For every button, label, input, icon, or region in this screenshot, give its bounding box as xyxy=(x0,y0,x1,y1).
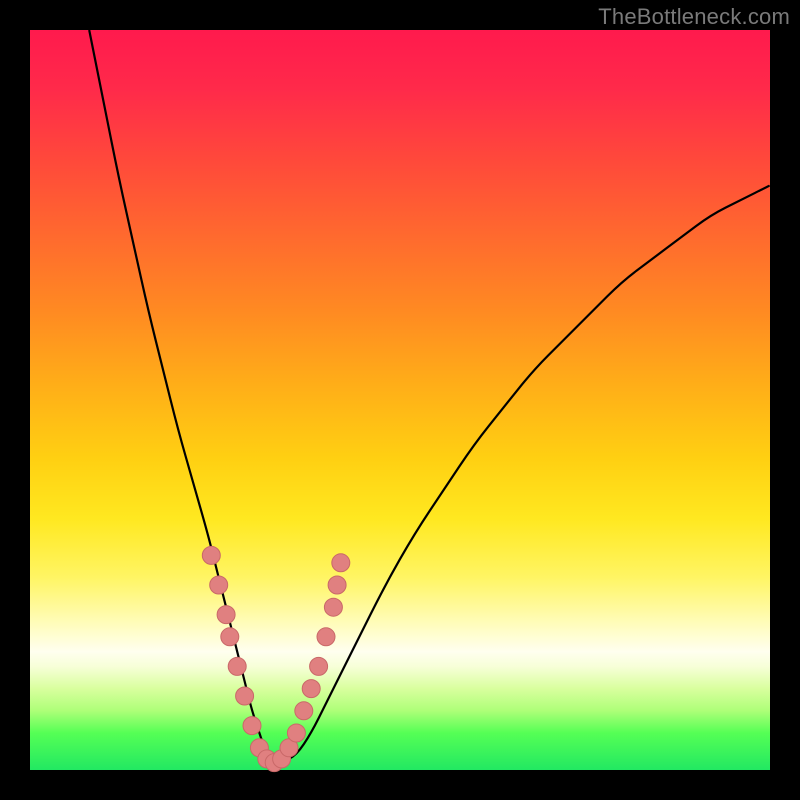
curve-marker xyxy=(210,576,228,594)
curve-marker xyxy=(243,717,261,735)
curve-marker xyxy=(295,702,313,720)
curve-layer xyxy=(30,30,770,770)
curve-marker xyxy=(317,628,335,646)
curve-markers xyxy=(202,546,349,771)
curve-marker xyxy=(217,606,235,624)
curve-marker xyxy=(228,657,246,675)
curve-marker xyxy=(332,554,350,572)
chart-frame: TheBottleneck.com xyxy=(0,0,800,800)
curve-marker xyxy=(310,657,328,675)
plot-area xyxy=(30,30,770,770)
curve-marker xyxy=(287,724,305,742)
curve-marker xyxy=(328,576,346,594)
curve-marker xyxy=(202,546,220,564)
curve-marker xyxy=(236,687,254,705)
curve-marker xyxy=(302,680,320,698)
curve-marker xyxy=(221,628,239,646)
bottleneck-curve xyxy=(89,30,770,763)
watermark-text: TheBottleneck.com xyxy=(598,4,790,30)
curve-marker xyxy=(324,598,342,616)
